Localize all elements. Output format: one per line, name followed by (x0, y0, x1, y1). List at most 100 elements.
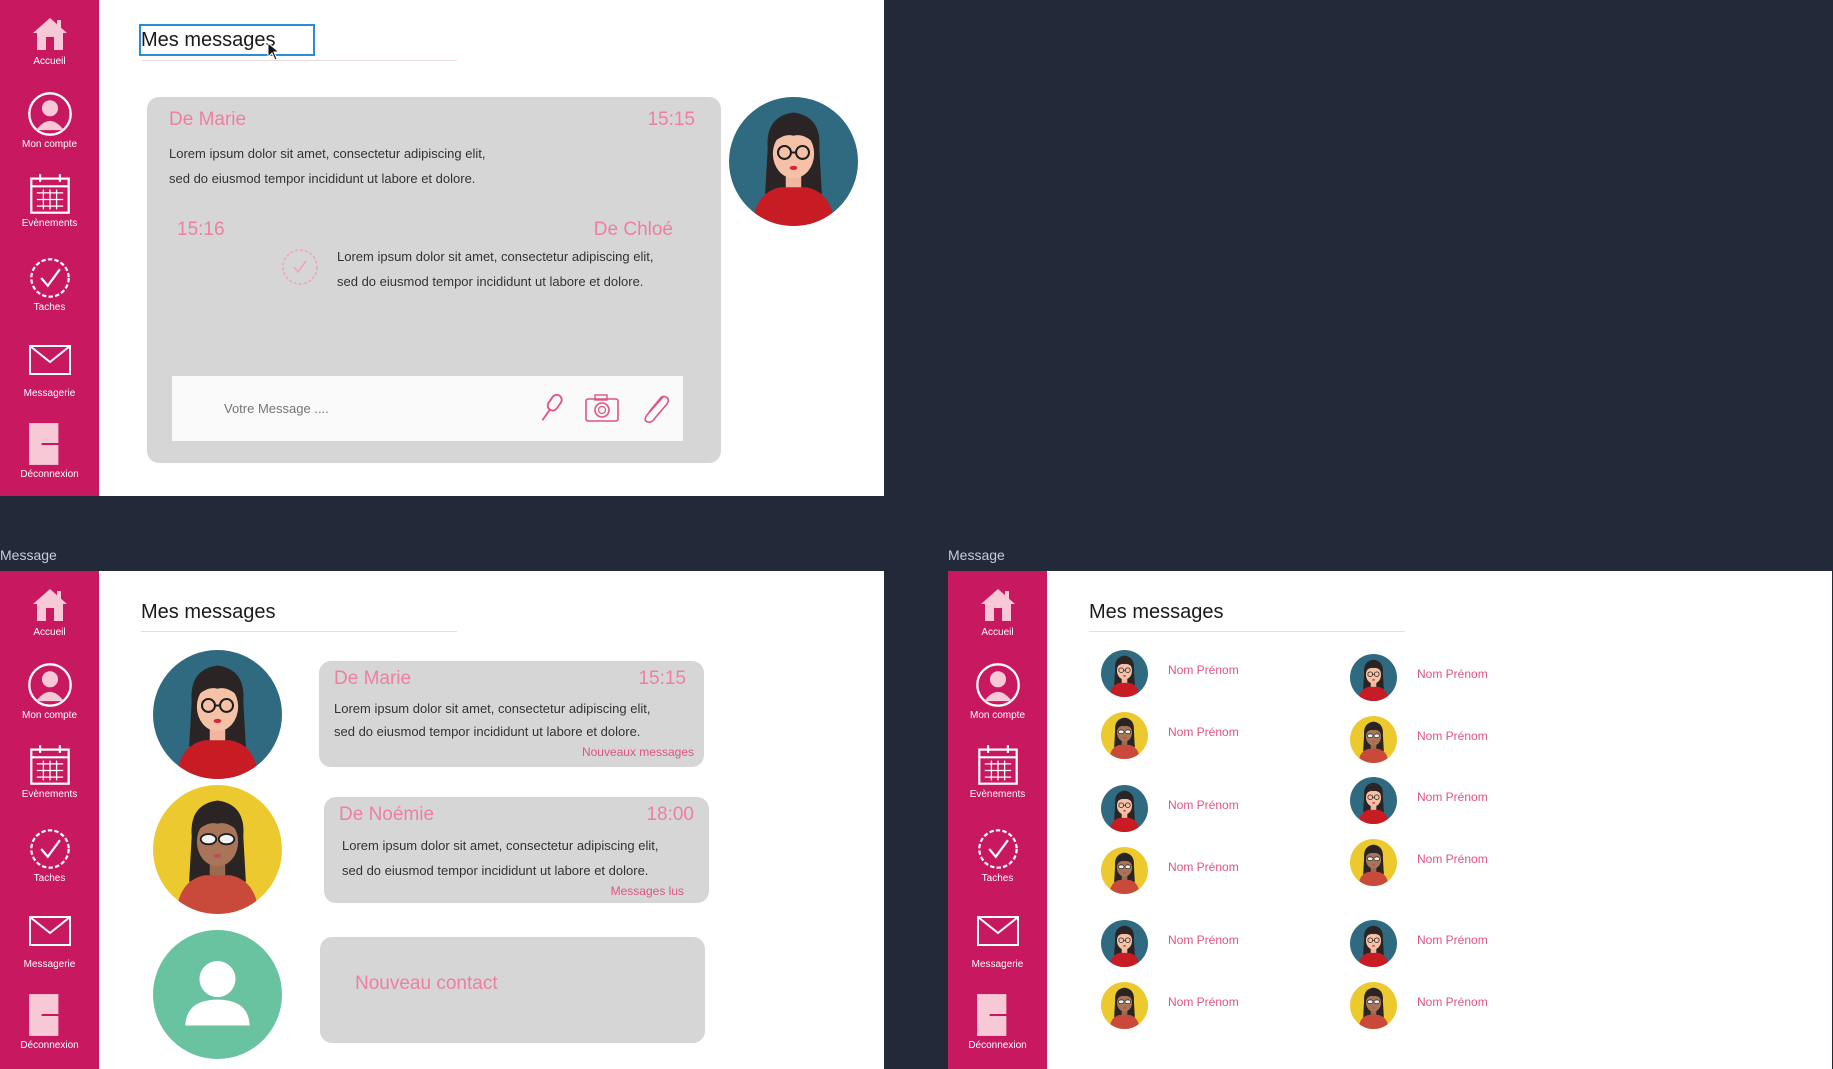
microphone-icon[interactable] (534, 391, 568, 425)
message-line: Lorem ipsum dolor sit amet, consectetur … (169, 146, 486, 161)
nav-messagerie[interactable]: Messagerie (0, 344, 99, 399)
sticker-icon (282, 249, 318, 285)
thread-card[interactable]: De Marie 15:15 Lorem ipsum dolor sit ame… (319, 661, 704, 767)
message-sender: De Marie (169, 109, 247, 130)
calendar-icon (28, 172, 72, 216)
conversation-panel: De Marie 15:15 Lorem ipsum dolor sit ame… (147, 97, 721, 463)
mail-icon (28, 344, 72, 376)
woman-avatar-icon (1350, 654, 1397, 701)
mail-icon (976, 915, 1020, 947)
nav-accueil[interactable]: Accueil (0, 14, 99, 67)
new-contact-card[interactable]: Nouveau contact (320, 937, 705, 1043)
user-icon (975, 662, 1021, 708)
message-composer (172, 376, 683, 441)
nav-taches[interactable]: Taches (948, 827, 1047, 884)
calendar-icon (976, 743, 1020, 787)
contact-name: Nom Prénom (1168, 995, 1239, 1009)
sidebar: Accueil Mon compte Evènements Taches Mes… (948, 571, 1047, 1069)
message-input[interactable] (224, 398, 524, 418)
home-icon (30, 585, 70, 625)
new-contact-avatar[interactable] (153, 930, 282, 1059)
woman-avatar-icon (1350, 920, 1397, 967)
mouse-cursor-icon (267, 42, 281, 61)
contact-avatar[interactable] (153, 785, 282, 914)
nav-deconnexion[interactable]: Déconnexion (0, 992, 99, 1051)
page-title[interactable]: Mes messages (139, 24, 315, 56)
woman-avatar-icon (1350, 982, 1397, 1029)
thread-status: Messages lus (610, 884, 684, 898)
nav-messagerie[interactable]: Messagerie (948, 915, 1047, 970)
paperclip-icon[interactable] (637, 391, 671, 425)
thread-line: Lorem ipsum dolor sit amet, consectetur … (342, 838, 659, 853)
contact-name: Nom Prénom (1417, 933, 1488, 947)
nav-mon-compte[interactable]: Mon compte (948, 662, 1047, 721)
logout-icon (975, 992, 1021, 1038)
contact-avatar (1101, 982, 1148, 1029)
nav-deconnexion[interactable]: Déconnexion (948, 992, 1047, 1051)
thread-time: 15:15 (638, 668, 686, 689)
camera-icon[interactable] (584, 393, 620, 423)
woman-avatar-icon (1350, 839, 1397, 886)
message-line: sed do eiusmod tempor incididunt ut labo… (169, 171, 476, 186)
inbox-frame: Accueil Mon compte Evènements Taches Mes… (0, 571, 884, 1069)
check-badge-icon (28, 256, 72, 300)
woman-avatar-icon (153, 650, 282, 779)
contact-avatar (1101, 847, 1148, 894)
nav-messagerie[interactable]: Messagerie (0, 915, 99, 970)
message-line: Lorem ipsum dolor sit amet, consectetur … (337, 249, 654, 264)
nav-accueil[interactable]: Accueil (0, 585, 99, 638)
nav-evenements[interactable]: Evènements (0, 172, 99, 229)
frame-label: Message (948, 547, 1005, 563)
contact-avatar (1350, 839, 1397, 886)
contact-avatar[interactable] (153, 650, 282, 779)
nav-taches[interactable]: Taches (0, 827, 99, 884)
home-icon (30, 14, 70, 54)
logout-icon (27, 992, 73, 1038)
thread-line: sed do eiusmod tempor incididunt ut labo… (334, 724, 641, 739)
check-badge-icon (976, 827, 1020, 871)
user-icon (27, 91, 73, 137)
contact-name: Nom Prénom (1417, 995, 1488, 1009)
thread-sender: De Marie (334, 668, 412, 689)
frame-label: Message (0, 547, 57, 563)
contact-name: Nom Prénom (1168, 933, 1239, 947)
contact-avatar (1350, 920, 1397, 967)
title-divider (1089, 631, 1405, 632)
contact-avatar (1350, 654, 1397, 701)
contact-avatar (1350, 777, 1397, 824)
nav-evenements[interactable]: Evènements (948, 743, 1047, 800)
thread-line: sed do eiusmod tempor incididunt ut labo… (342, 863, 649, 878)
thread-status: Nouveaux messages (581, 745, 694, 759)
thread-line: Lorem ipsum dolor sit amet, consectetur … (334, 701, 651, 716)
nav-taches[interactable]: Taches (0, 256, 99, 313)
woman-avatar-icon (1101, 650, 1148, 697)
home-icon (978, 585, 1018, 625)
thread-card[interactable]: De Noémie 18:00 Lorem ipsum dolor sit am… (324, 797, 709, 903)
contact-name: Nom Prénom (1168, 663, 1239, 677)
page-title: Mes messages (1089, 601, 1224, 623)
contact-avatar (1101, 920, 1148, 967)
nav-accueil[interactable]: Accueil (948, 585, 1047, 638)
contact-name: Nom Prénom (1417, 667, 1488, 681)
contact-name: Nom Prénom (1417, 729, 1488, 743)
nav-evenements[interactable]: Evènements (0, 743, 99, 800)
user-icon (27, 662, 73, 708)
contact-name: Nom Prénom (1168, 725, 1239, 739)
woman-avatar-icon (1101, 920, 1148, 967)
page-title: Mes messages (141, 601, 276, 623)
conversation-frame: Accueil Mon compte Evènements Taches Mes… (0, 0, 884, 496)
message-sender: De Chloé (593, 219, 673, 240)
message-time: 15:15 (647, 109, 695, 130)
nav-mon-compte[interactable]: Mon compte (0, 91, 99, 150)
woman-avatar-icon (1101, 982, 1148, 1029)
woman-avatar-icon (729, 97, 858, 226)
nav-deconnexion[interactable]: Déconnexion (0, 421, 99, 480)
contacts-frame: Accueil Mon compte Evènements Taches Mes… (948, 571, 1832, 1069)
title-divider (141, 60, 457, 61)
nav-mon-compte[interactable]: Mon compte (0, 662, 99, 721)
woman-avatar-icon (153, 785, 282, 914)
contact-avatar (1101, 650, 1148, 697)
contact-name: Nom Prénom (1417, 852, 1488, 866)
thread-sender: De Noémie (339, 804, 435, 825)
woman-avatar-icon (1350, 716, 1397, 763)
